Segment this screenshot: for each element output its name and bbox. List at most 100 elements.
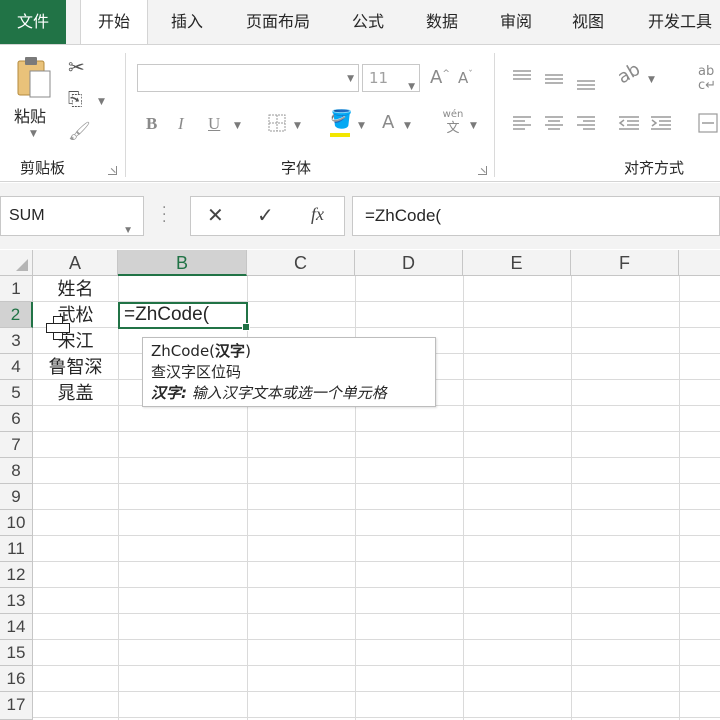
tab-review[interactable]: 审阅 <box>494 0 538 44</box>
tab-insert[interactable]: 插入 <box>162 0 212 44</box>
tooltip-function-name[interactable]: ZhCode( <box>151 342 215 360</box>
font-size-dropdown-icon[interactable]: ▼ <box>408 74 415 100</box>
cell-a5[interactable]: 晁盖 <box>33 381 118 407</box>
row-header[interactable]: 6 <box>0 406 33 432</box>
group-separator <box>125 53 126 177</box>
orientation-icon[interactable]: ab <box>614 59 644 88</box>
column-header-g[interactable] <box>679 250 720 276</box>
tab-view[interactable]: 视图 <box>566 0 610 44</box>
active-cell-b2[interactable]: =ZhCode( <box>118 302 250 331</box>
worksheet-grid[interactable]: A B C D E F 1 2 3 4 5 6 7 8 9 10 11 12 1… <box>0 250 720 720</box>
row-header[interactable]: 16 <box>0 666 33 692</box>
row-header[interactable]: 11 <box>0 536 33 562</box>
row-header[interactable]: 3 <box>0 328 33 354</box>
orientation-dropdown-icon[interactable]: ▼ <box>648 75 655 85</box>
select-all-button[interactable] <box>0 250 33 276</box>
cancel-icon[interactable]: ✕ <box>207 205 224 225</box>
name-box[interactable]: SUM ▼ <box>0 196 144 236</box>
tab-developer[interactable]: 开发工具 <box>640 0 720 44</box>
align-bottom-icon[interactable] <box>576 75 596 91</box>
font-size-box[interactable]: 11 ▼ <box>362 64 420 92</box>
phonetic-guide-icon[interactable]: wén 文 <box>438 109 468 137</box>
fill-color-icon[interactable]: 🪣 <box>330 111 352 129</box>
tab-file[interactable]: 文件 <box>0 0 66 44</box>
cell-a4[interactable]: 鲁智深 <box>33 355 118 381</box>
insert-function-icon[interactable]: fx <box>311 205 324 223</box>
function-tooltip: ZhCode(汉字) 查汉字区位码 汉字: 输入汉字文本或选一个单元格 <box>142 337 436 407</box>
font-name-dropdown-icon[interactable]: ▼ <box>347 74 354 84</box>
cell-select-cursor-icon <box>46 316 70 340</box>
row-header[interactable]: 4 <box>0 354 33 380</box>
column-header-c[interactable]: C <box>247 250 355 276</box>
align-right-icon[interactable] <box>576 115 596 131</box>
row-header[interactable]: 1 <box>0 276 33 302</box>
clipboard-launcher-icon[interactable] <box>108 166 117 175</box>
row-header[interactable]: 5 <box>0 380 33 406</box>
row-header[interactable]: 17 <box>0 692 33 720</box>
column-header-e[interactable]: E <box>463 250 571 276</box>
column-header-a[interactable]: A <box>33 250 118 276</box>
phonetic-bottom-text: 文 <box>446 121 460 136</box>
row-header[interactable]: 9 <box>0 484 33 510</box>
tooltip-argument[interactable]: 汉字 <box>215 342 245 360</box>
row-header[interactable]: 7 <box>0 432 33 458</box>
grow-font-icon[interactable]: A^ <box>430 69 450 87</box>
column-header-f[interactable]: F <box>571 250 679 276</box>
fill-color-bar <box>330 133 350 137</box>
underline-dropdown-icon[interactable]: ▼ <box>234 121 241 131</box>
gridline <box>33 535 720 536</box>
font-color-button[interactable]: A <box>382 114 394 132</box>
border-icon[interactable] <box>268 114 286 132</box>
format-painter-icon[interactable]: 🖌 <box>68 123 91 141</box>
tab-page-layout[interactable]: 页面布局 <box>238 0 318 44</box>
copy-dropdown-icon[interactable]: ▼ <box>98 97 105 107</box>
tooltip-signature[interactable]: ZhCode(汉字) <box>151 341 427 362</box>
bold-button[interactable]: B <box>146 115 157 132</box>
tooltip-argument-help: 汉字: 输入汉字文本或选一个单元格 <box>151 383 427 404</box>
row-header[interactable]: 8 <box>0 458 33 484</box>
paste-dropdown-icon[interactable]: ▼ <box>30 129 37 139</box>
copy-icon[interactable]: ⎘ <box>68 91 82 109</box>
gridline <box>571 276 572 720</box>
enter-icon[interactable]: ✓ <box>257 205 274 225</box>
increase-indent-icon[interactable] <box>650 115 672 131</box>
gridline <box>33 431 720 432</box>
paste-button[interactable]: 粘贴 ▼ <box>8 55 58 145</box>
phonetic-dropdown-icon[interactable]: ▼ <box>470 121 477 131</box>
row-header[interactable]: 2 <box>0 302 33 328</box>
border-dropdown-icon[interactable]: ▼ <box>294 121 301 131</box>
cut-icon[interactable]: ✂ <box>68 57 85 77</box>
fill-color-dropdown-icon[interactable]: ▼ <box>358 121 365 131</box>
formula-input[interactable]: =ZhCode( <box>352 196 720 236</box>
column-header-d[interactable]: D <box>355 250 463 276</box>
formula-bar-grip-icon[interactable]: · · · <box>162 201 166 229</box>
decrease-indent-icon[interactable] <box>618 115 640 131</box>
name-box-dropdown-icon[interactable]: ▼ <box>123 212 133 250</box>
grow-font-letter: A <box>430 67 443 88</box>
row-header[interactable]: 10 <box>0 510 33 536</box>
align-top-icon[interactable] <box>512 69 532 85</box>
alignment-group-label: 对齐方式 <box>624 159 685 177</box>
cell-a1[interactable]: 姓名 <box>33 277 118 303</box>
column-header-b[interactable]: B <box>118 250 247 276</box>
gridline <box>33 587 720 588</box>
underline-button[interactable]: U <box>208 115 220 132</box>
align-left-icon[interactable] <box>512 115 532 131</box>
align-center-icon[interactable] <box>544 115 564 131</box>
tab-data[interactable]: 数据 <box>420 0 464 44</box>
row-header[interactable]: 15 <box>0 640 33 666</box>
font-name-box[interactable]: ▼ <box>137 64 359 92</box>
font-launcher-icon[interactable] <box>478 166 487 175</box>
merge-center-icon[interactable] <box>698 113 718 133</box>
font-color-dropdown-icon[interactable]: ▼ <box>404 121 411 131</box>
tab-home[interactable]: 开始 <box>80 0 148 46</box>
align-middle-icon[interactable] <box>544 71 564 87</box>
gridline <box>33 509 720 510</box>
row-header[interactable]: 13 <box>0 588 33 614</box>
shrink-font-icon[interactable]: Aˇ <box>458 71 473 86</box>
wrap-text-icon[interactable]: ab c↵ <box>698 65 720 93</box>
italic-button[interactable]: I <box>178 115 184 132</box>
row-header[interactable]: 14 <box>0 614 33 640</box>
row-header[interactable]: 12 <box>0 562 33 588</box>
tab-formulas[interactable]: 公式 <box>346 0 390 44</box>
